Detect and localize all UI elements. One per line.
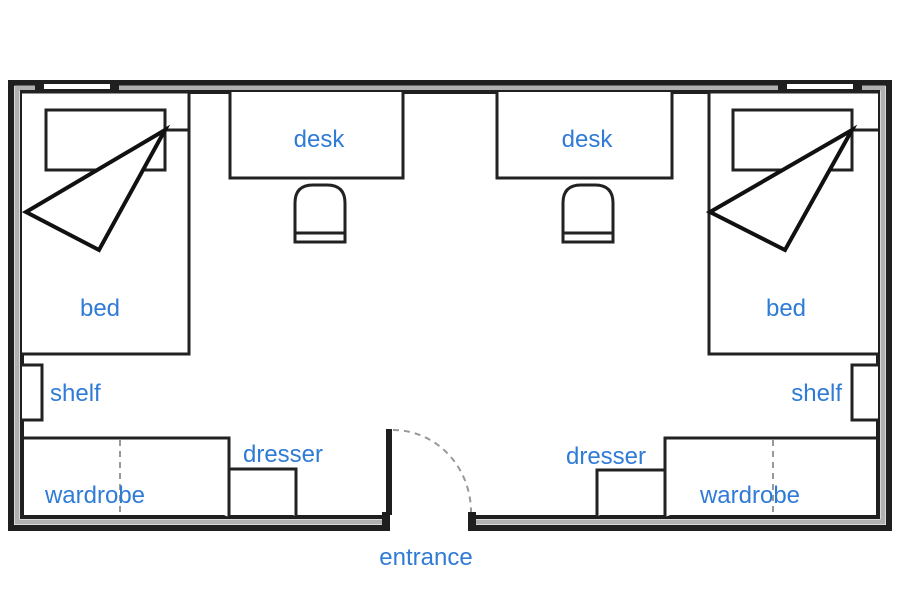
label-shelf-right: shelf [791,380,842,407]
label-bed-left: bed [80,295,120,322]
floor-plan: bed bed desk desk shelf shelf wardrobe d… [8,80,892,571]
entrance-jamb-right [468,512,476,531]
door-panel[interactable] [386,429,392,515]
dresser-right: dresser [566,443,665,517]
label-desk-right: desk [562,126,614,153]
label-wardrobe-right: wardrobe [699,482,800,509]
chair-left [293,183,347,244]
wardrobe-right: wardrobe [663,436,878,517]
label-wardrobe-left: wardrobe [44,482,145,509]
desk-right: desk [495,92,674,180]
label-bed-right: bed [766,295,806,322]
chair-right [561,183,615,244]
door-swing-arc [392,429,472,513]
wardrobe-left: wardrobe [22,436,231,517]
door[interactable] [386,429,472,515]
shelf-left: shelf [22,363,101,422]
label-shelf-left: shelf [50,380,101,407]
dresser-left: dresser [229,441,323,517]
shelf-right: shelf [791,363,878,422]
bed-right: bed [705,90,878,356]
label-dresser-left: dresser [243,441,323,468]
label-desk-left: desk [294,126,346,153]
bed-left: bed [21,90,191,356]
desk-left: desk [228,92,405,180]
label-dresser-right: dresser [566,443,646,470]
label-entrance: entrance [379,544,472,571]
